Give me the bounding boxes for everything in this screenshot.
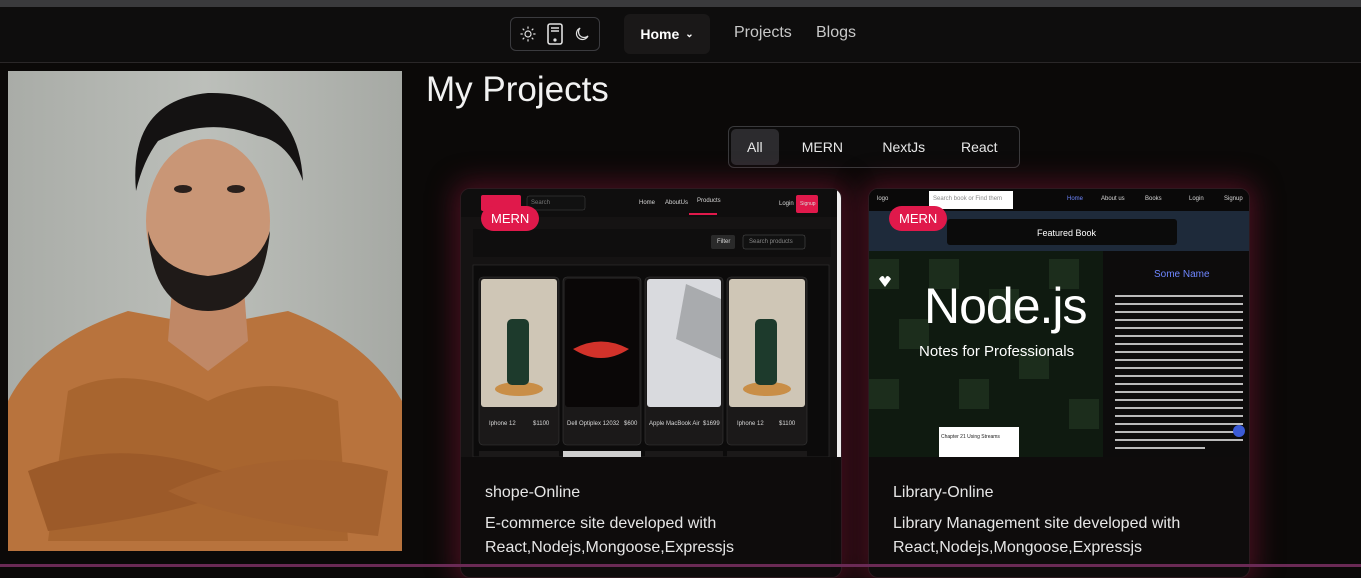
preview-nav-products: Products — [697, 198, 721, 204]
chevron-down-icon: ⌄ — [685, 28, 694, 40]
nav-blogs-link[interactable]: Blogs — [816, 24, 856, 42]
sun-icon[interactable] — [516, 22, 540, 46]
preview-nav-signup: Signup — [1224, 196, 1243, 202]
preview-nav-about: About us — [1101, 196, 1125, 202]
preview-product-name: Iphone 12 — [489, 421, 516, 427]
nav-home-dropdown[interactable]: Home ⌄ — [624, 14, 710, 54]
preview-product-name: Iphone 12 — [737, 421, 764, 427]
preview-nav-home: Home — [639, 200, 656, 206]
preview-product-price: $1100 — [779, 421, 796, 427]
preview-nav-login: Login — [779, 201, 794, 207]
preview-product-price: $600 — [624, 421, 638, 427]
preview-logo: logo — [877, 196, 889, 202]
nav-home-label: Home — [640, 26, 680, 42]
filter-mern[interactable]: MERN — [779, 129, 866, 165]
project-filter-tabs: All MERN NextJs React — [728, 126, 1020, 168]
preview-nav-home: Home — [1067, 196, 1084, 202]
project-card-shope-online[interactable]: Home AboutUs Products Login Signup Searc… — [460, 188, 842, 578]
preview-nav-signup: Signup — [800, 201, 816, 207]
preview-product-name: Apple MacBook Air — [649, 421, 700, 427]
preview-chapter: Chapter 21 Using Streams — [941, 434, 1000, 440]
preview-filter: Filter — [717, 239, 731, 245]
navbar: Home ⌄ Projects Blogs — [0, 7, 1361, 63]
project-description: Library Management site developed with R… — [893, 515, 1181, 556]
project-name: Library-Online — [893, 484, 994, 501]
filter-react[interactable]: React — [942, 129, 1017, 165]
project-card-library-online[interactable]: logo Search book or Find them Home About… — [868, 188, 1250, 578]
preview-product-price: $1100 — [533, 421, 550, 427]
preview-search-products: Search products — [749, 239, 793, 245]
theme-switcher — [510, 17, 600, 51]
preview-author-name: Some Name — [1154, 269, 1210, 280]
preview-book-title: Node.js — [924, 278, 1088, 334]
filter-nextjs[interactable]: NextJs — [866, 129, 941, 165]
preview-search: Search — [531, 200, 551, 206]
moon-icon[interactable] — [570, 22, 594, 46]
preview-featured-book: Featured Book — [1037, 228, 1097, 238]
preview-nav-books: Books — [1145, 196, 1162, 202]
project-tech-badge: MERN — [889, 206, 948, 231]
preview-book-subtitle: Notes for Professionals — [919, 343, 1075, 360]
preview-product-price: $1699 — [703, 421, 720, 427]
window-top-strip — [0, 0, 1361, 7]
preview-nav-aboutus: AboutUs — [665, 200, 689, 206]
nav-projects-link[interactable]: Projects — [734, 24, 792, 42]
project-description: E-commerce site developed with React,Nod… — [485, 515, 735, 556]
profile-photo — [8, 71, 402, 551]
page-title: My Projects — [426, 70, 609, 109]
preview-nav-login: Login — [1189, 196, 1204, 202]
project-tech-badge: MERN — [481, 206, 540, 231]
project-name: shope-Online — [485, 484, 581, 501]
device-icon[interactable] — [543, 22, 567, 46]
preview-search: Search book or Find them — [933, 196, 1003, 202]
filter-all[interactable]: All — [731, 129, 779, 165]
preview-product-name: Dell Optiplex 12032 — [567, 421, 620, 427]
